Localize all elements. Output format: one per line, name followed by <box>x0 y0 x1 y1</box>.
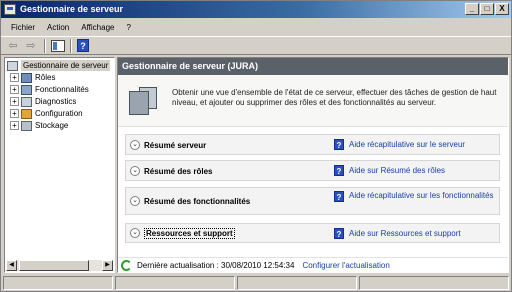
roles-icon <box>21 72 32 83</box>
tree-root-item[interactable]: Gestionnaire de serveur <box>7 60 111 71</box>
section-roles-summary: ⌄ Résumé des rôles ? Aide sur Résumé des… <box>125 160 500 181</box>
section-server-summary: ⌄ Résumé serveur ? Aide récapitulative s… <box>125 134 500 155</box>
tree-item-label: Diagnostics <box>35 97 77 106</box>
chevron-down-icon[interactable]: ⌄ <box>130 196 140 206</box>
toolbar-separator <box>70 38 72 53</box>
section-features-summary: ⌄ Résumé des fonctionnalités ? Aide réca… <box>125 187 500 215</box>
server-manager-app-icon <box>4 4 16 15</box>
tree-item-storage[interactable]: + Stockage <box>10 120 68 131</box>
help-icon[interactable]: ? <box>77 39 89 52</box>
help-icon[interactable]: ? <box>334 228 344 239</box>
features-icon <box>21 84 32 95</box>
expand-icon[interactable]: + <box>10 109 19 118</box>
configuration-icon <box>21 108 32 119</box>
close-button[interactable]: X <box>495 3 509 15</box>
refresh-icon[interactable] <box>121 260 132 271</box>
server-manager-large-icon <box>125 85 159 117</box>
help-link[interactable]: Aide sur Résumé des rôles <box>349 166 499 176</box>
intro-text: Obtenir une vue d'ensemble de l'état de … <box>172 88 497 107</box>
toolbar: ⇦ ⇨ ? <box>1 36 511 55</box>
section-title[interactable]: Résumé des fonctionnalités <box>144 197 250 206</box>
menu-action[interactable]: Action <box>41 23 75 32</box>
expand-icon[interactable]: + <box>10 85 19 94</box>
toolbar-separator <box>44 38 46 53</box>
scroll-left-arrow-icon[interactable]: ◀ <box>6 260 17 271</box>
expand-icon[interactable]: + <box>10 121 19 130</box>
tree-item-roles[interactable]: + Rôles <box>10 72 55 83</box>
chevron-down-icon[interactable]: ⌄ <box>130 166 140 176</box>
window-title: Gestionnaire de serveur <box>20 4 124 14</box>
server-manager-window: Gestionnaire de serveur _ □ X Fichier Ac… <box>0 0 512 292</box>
tree-item-configuration[interactable]: + Configuration <box>10 108 83 119</box>
back-arrow-icon[interactable]: ⇦ <box>5 38 21 53</box>
scroll-right-arrow-icon[interactable]: ▶ <box>102 260 113 271</box>
help-icon[interactable]: ? <box>334 139 344 150</box>
tree-item-label: Stockage <box>35 121 69 130</box>
console-tree: Gestionnaire de serveur + Rôles + Foncti… <box>4 57 115 273</box>
scrollbar-thumb[interactable] <box>19 260 89 271</box>
menu-bar: Fichier Action Affichage ? <box>1 19 511 35</box>
status-pane <box>115 276 235 290</box>
maximize-button[interactable]: □ <box>480 3 494 15</box>
expand-icon[interactable]: + <box>10 97 19 106</box>
intro-panel: Obtenir une vue d'ensemble de l'état de … <box>118 75 508 127</box>
chevron-down-icon[interactable]: ⌄ <box>130 140 140 150</box>
help-icon[interactable]: ? <box>334 191 344 202</box>
details-pane: Gestionnaire de serveur (JURA) Obtenir u… <box>117 57 509 273</box>
status-pane <box>3 276 113 290</box>
help-link[interactable]: Aide sur Ressources et support <box>349 229 499 239</box>
tree-item-diagnostics[interactable]: + Diagnostics <box>10 96 76 107</box>
status-pane <box>237 276 357 290</box>
storage-icon <box>21 120 32 131</box>
tree-item-label: Fonctionnalités <box>35 85 89 94</box>
tree-horizontal-scrollbar[interactable]: ◀ ▶ <box>6 260 113 271</box>
refresh-bar: Dernière actualisation : 30/08/2010 12:5… <box>118 257 508 272</box>
last-refresh-text: Dernière actualisation : 30/08/2010 12:5… <box>137 261 295 270</box>
tree-item-label: Configuration <box>35 109 83 118</box>
page-title: Gestionnaire de serveur (JURA) <box>118 58 508 75</box>
help-link[interactable]: Aide récapitulative sur les fonctionnali… <box>349 191 499 201</box>
chevron-down-icon[interactable]: ⌄ <box>130 228 140 238</box>
forward-arrow-icon[interactable]: ⇨ <box>23 38 39 53</box>
show-hide-tree-icon[interactable] <box>51 39 65 52</box>
tree-item-label: Rôles <box>35 73 56 82</box>
diagnostics-icon <box>21 96 32 107</box>
status-bar <box>1 275 511 291</box>
menu-affichage[interactable]: Affichage <box>75 23 120 32</box>
help-link[interactable]: Aide récapitulative sur le serveur <box>349 140 499 150</box>
menu-fichier[interactable]: Fichier <box>5 23 41 32</box>
configure-refresh-link[interactable]: Configurer l'actualisation <box>302 261 389 270</box>
expand-icon[interactable]: + <box>10 73 19 82</box>
tree-item-features[interactable]: + Fonctionnalités <box>10 84 89 95</box>
section-title[interactable]: Résumé des rôles <box>144 167 212 176</box>
section-title[interactable]: Ressources et support <box>144 228 235 239</box>
minimize-button[interactable]: _ <box>465 3 479 15</box>
section-title[interactable]: Résumé serveur <box>144 141 206 150</box>
help-icon[interactable]: ? <box>334 165 344 176</box>
tree-root-label: Gestionnaire de serveur <box>21 60 111 71</box>
section-resources-support: ⌄ Ressources et support ? Aide sur Resso… <box>125 223 500 243</box>
server-icon <box>7 60 18 71</box>
menu-help[interactable]: ? <box>120 23 136 32</box>
status-pane <box>359 276 509 290</box>
title-bar[interactable]: Gestionnaire de serveur _ □ X <box>1 1 511 18</box>
